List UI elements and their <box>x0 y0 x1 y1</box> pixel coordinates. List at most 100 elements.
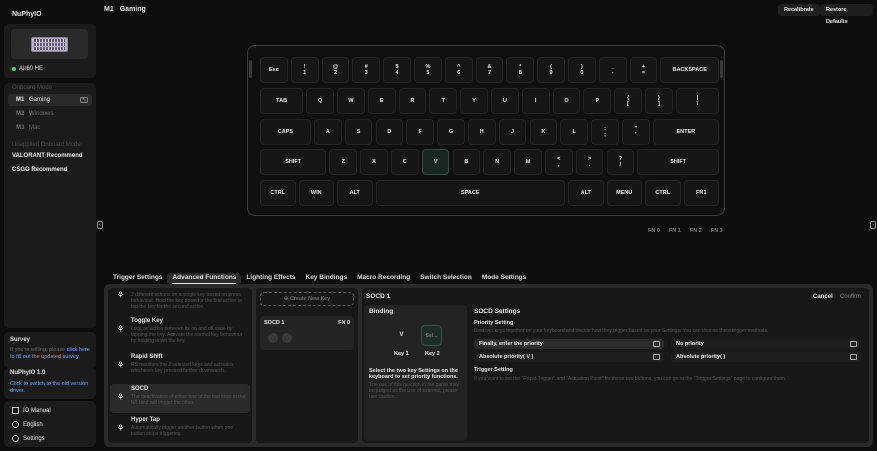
confirm-button[interactable]: Confirm <box>840 294 861 300</box>
mode-item-m3[interactable]: M3 Mac <box>8 122 92 134</box>
key-3-2[interactable]: X <box>360 149 388 176</box>
key-0-6[interactable]: ^ 6 <box>444 57 473 83</box>
key-2-10[interactable]: :; <box>591 118 619 145</box>
key-3-10[interactable]: ? / <box>606 149 635 176</box>
mode-item-m2[interactable]: M2 Windows <box>8 108 92 120</box>
key-1-10[interactable]: P <box>583 87 612 114</box>
key-3-9[interactable]: >. <box>575 149 604 176</box>
tab-lighting-effects[interactable]: Lighting Effects <box>241 273 300 283</box>
key-0-3[interactable]: #3 <box>352 57 381 83</box>
key-1-6[interactable]: Y <box>460 87 488 114</box>
key-3-1[interactable]: Z <box>329 149 358 176</box>
key-2-12[interactable]: ENTER <box>652 118 719 145</box>
fn-layer-0[interactable]: FN 0 <box>648 228 660 234</box>
tab-key-bindings[interactable]: Key Bindings <box>301 273 353 283</box>
key-2-5[interactable]: G <box>437 118 465 145</box>
language-select[interactable]: English <box>12 421 43 428</box>
collapse-right-icon[interactable]: › <box>870 221 876 229</box>
priority-option-last-input[interactable]: Finally, enter the priority <box>474 339 664 349</box>
key-1-7[interactable]: U <box>491 87 519 114</box>
key-3-11[interactable]: SHIFT <box>637 149 719 176</box>
recommend-valorant[interactable]: VALORANT Recommend <box>12 153 83 159</box>
settings-link[interactable]: Settings <box>12 435 45 442</box>
function-item-dks[interactable]: ⚘ 2 different actions on a single key ba… <box>110 288 250 311</box>
mode-item-m1[interactable]: M1 Gaming ✎ <box>8 94 92 106</box>
key-3-5[interactable]: B <box>452 149 481 176</box>
key-2-2[interactable]: S <box>344 118 373 145</box>
key-4-7[interactable]: FN1 <box>683 180 719 207</box>
tab-switch-selection[interactable]: Switch Selection <box>415 273 477 283</box>
device-card[interactable]: Air60 HE <box>4 24 96 78</box>
collapse-left-icon[interactable]: ‹ <box>97 221 103 229</box>
key-1-13[interactable]: | \ <box>675 87 719 114</box>
bind-key-2[interactable]: Sel... <box>421 325 442 346</box>
key-0-5[interactable]: % 5 <box>414 57 442 83</box>
key-4-5[interactable]: MENU <box>606 180 642 207</box>
key-2-1[interactable]: A <box>313 118 342 145</box>
key-2-11[interactable]: " ' <box>621 118 650 145</box>
key-4-1[interactable]: WIN <box>298 180 334 207</box>
key-1-0[interactable]: TAB <box>260 87 304 114</box>
key-2-3[interactable]: D <box>375 118 404 145</box>
key-3-6[interactable]: N <box>483 149 512 176</box>
key-3-4[interactable]: V <box>421 149 450 176</box>
key-1-8[interactable]: I <box>521 87 550 114</box>
key-1-11[interactable]: {[ <box>614 87 642 114</box>
old-version-link[interactable]: Click to switch to the old version drive… <box>10 381 94 395</box>
tab-trigger-settings[interactable]: Trigger Settings <box>108 273 167 283</box>
key-3-0[interactable]: SHIFT <box>260 149 327 176</box>
key-1-12[interactable]: }] <box>645 87 673 114</box>
function-item-socd[interactable]: ⚘ SOCD The deactivation of either one of… <box>110 384 250 413</box>
key-4-6[interactable]: CTRL <box>645 180 681 207</box>
priority-option-none[interactable]: No priority <box>671 339 861 349</box>
function-item-toggle-key[interactable]: ⚘ Toggle Key Lock an action between its … <box>110 316 250 345</box>
key-0-1[interactable]: ! 1 <box>290 57 319 83</box>
restore-defaults-button[interactable]: Restore Defaults <box>820 4 873 25</box>
manual-link[interactable]: IO Manual <box>12 407 51 414</box>
key-2-0[interactable]: CAPS <box>260 118 311 145</box>
function-item-rapid-shift[interactable]: ⚘ Rapid Shift RS monitors the 2 selected… <box>110 352 250 381</box>
cancel-button[interactable]: Cancel <box>813 294 833 300</box>
create-new-key-button[interactable]: ⊕ Create New Key <box>260 292 354 306</box>
priority-option-absolute-key1[interactable]: Absolute priority( V ) <box>474 352 664 362</box>
edit-icon[interactable]: ✎ <box>80 97 88 103</box>
key-4-3[interactable]: SPACE <box>375 180 565 207</box>
key-1-2[interactable]: W <box>337 87 365 114</box>
key-0-0[interactable]: Esc <box>260 57 288 83</box>
key-1-5[interactable]: T <box>429 87 458 114</box>
key-0-8[interactable]: * 8 <box>506 57 535 83</box>
key-4-0[interactable]: CTRL <box>260 180 296 207</box>
bind-key-1[interactable]: V <box>391 325 412 346</box>
key-2-7[interactable]: J <box>498 118 527 145</box>
key-2-9[interactable]: L <box>560 118 589 145</box>
socd-card[interactable]: SOCD 1 FN 0 <box>260 316 354 350</box>
key-0-12[interactable]: + = <box>629 57 658 83</box>
key-2-8[interactable]: K <box>529 118 558 145</box>
key-1-9[interactable]: O <box>552 87 581 114</box>
recommend-csgo[interactable]: CSGO Recommend <box>12 167 67 173</box>
tab-mode-settings[interactable]: Mode Settings <box>477 273 531 283</box>
key-0-13[interactable]: BACKSPACE <box>660 57 719 83</box>
key-1-3[interactable]: E <box>367 87 396 114</box>
fn-layer-2[interactable]: FN 2 <box>690 228 702 234</box>
key-0-4[interactable]: $4 <box>383 57 411 83</box>
key-0-9[interactable]: (9 <box>537 57 565 83</box>
key-1-1[interactable]: Q <box>306 87 334 114</box>
recalibrate-button[interactable]: Recalibrate <box>778 4 820 16</box>
priority-option-absolute-key2[interactable]: Absolute priority( ) <box>671 352 861 362</box>
key-0-7[interactable]: & 7 <box>475 57 504 83</box>
key-3-3[interactable]: C <box>390 149 419 176</box>
key-3-7[interactable]: M <box>514 149 542 176</box>
key-0-10[interactable]: ) 0 <box>568 57 596 83</box>
fn-layer-1[interactable]: FN 1 <box>669 228 681 234</box>
key-0-11[interactable]: _ - <box>598 57 627 83</box>
tab-macro-recording[interactable]: Macro Recording <box>352 273 415 283</box>
key-2-6[interactable]: H <box>467 118 496 145</box>
function-item-hyper-tap[interactable]: ⚘ Hyper Tap Automatically trigger anothe… <box>110 415 250 443</box>
key-4-2[interactable]: ALT <box>337 180 373 207</box>
fn-layer-3[interactable]: FN 3 <box>711 228 723 234</box>
key-2-4[interactable]: F <box>406 118 435 145</box>
tab-advanced-functions[interactable]: Advanced Functions <box>167 273 242 284</box>
key-4-4[interactable]: ALT <box>568 180 604 207</box>
key-3-8[interactable]: <, <box>544 149 573 176</box>
